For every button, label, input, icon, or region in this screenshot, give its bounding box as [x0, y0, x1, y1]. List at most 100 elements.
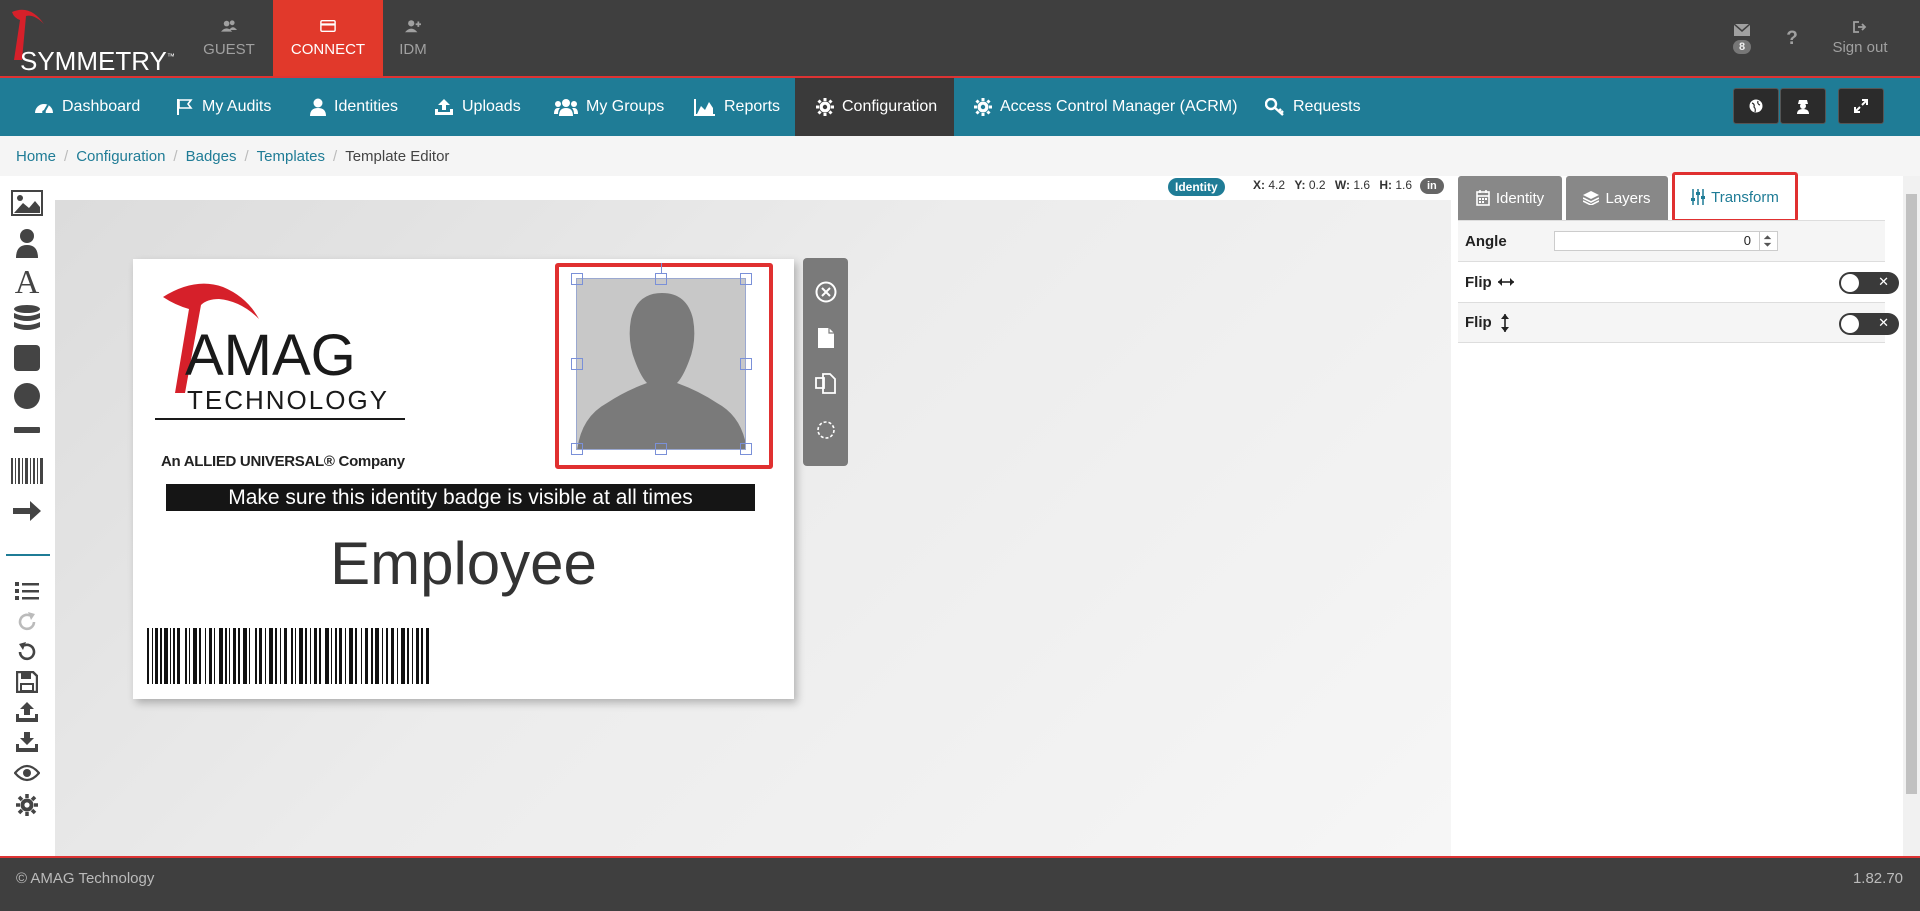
selection-coordinates: X: 4.2 Y: 0.2 W: 1.6 H: 1.6: [1247, 178, 1412, 192]
coord-x-value: 4.2: [1268, 178, 1286, 192]
add-barcode-tool[interactable]: [8, 458, 46, 484]
card-icon: [320, 19, 336, 33]
badge-title-text[interactable]: Employee: [133, 529, 794, 598]
nav-my-groups[interactable]: My Groups: [554, 78, 664, 136]
settings-button[interactable]: [8, 794, 46, 816]
amag-logo[interactable]: AMAG TECHNOLOGY: [155, 275, 415, 455]
arrow-right-icon: [13, 501, 41, 521]
crop-element-button[interactable]: [814, 418, 838, 442]
sign-out-button[interactable]: Sign out: [1820, 0, 1900, 77]
add-rectangle-tool[interactable]: [8, 344, 46, 372]
help-button[interactable]: ?: [1780, 0, 1804, 77]
save-icon: [16, 671, 38, 693]
duplicate-element-button[interactable]: [814, 326, 838, 350]
import-button[interactable]: [8, 731, 46, 753]
nav-configuration[interactable]: Configuration: [795, 78, 954, 136]
resize-handle-bc[interactable]: [655, 443, 667, 455]
tab-identity-label: Identity: [1495, 189, 1545, 207]
tab-identity[interactable]: Identity: [1458, 176, 1562, 220]
nav-requests[interactable]: Requests: [1265, 78, 1361, 136]
top-bar: SYMMETRY™ GUEST CONNECT IDM 8 ? Sign out: [0, 0, 1920, 77]
list-tool[interactable]: [8, 581, 46, 601]
calendar-icon: [1476, 190, 1490, 206]
angle-input[interactable]: 0: [1554, 231, 1778, 251]
add-arrow-tool[interactable]: [8, 498, 46, 524]
group-icon: [554, 99, 578, 116]
nav-dashboard-label: Dashboard: [62, 98, 141, 115]
badge-company-tagline[interactable]: An ALLIED UNIVERSAL® Company: [161, 453, 405, 470]
nav-identities-label: Identities: [334, 98, 399, 115]
expand-icon: [1854, 99, 1868, 113]
topnav-connect-label: CONNECT: [290, 41, 366, 58]
sign-out-label: Sign out: [1832, 39, 1888, 56]
unit-toggle[interactable]: in: [1420, 178, 1444, 194]
resize-handle-tl[interactable]: [571, 273, 583, 285]
breadcrumb-home[interactable]: Home: [16, 148, 56, 165]
user-secret-button[interactable]: [1780, 88, 1826, 124]
add-data-field-tool[interactable]: [8, 304, 46, 334]
nav-reports-label: Reports: [724, 98, 781, 115]
resize-handle-bl[interactable]: [571, 443, 583, 455]
tab-transform[interactable]: Transform: [1672, 172, 1798, 222]
badge-barcode[interactable]: [147, 628, 429, 684]
breadcrumb-badges[interactable]: Badges: [186, 148, 237, 165]
flip-vertical-label: Flip: [1465, 314, 1492, 331]
flip-vertical-toggle[interactable]: ✕: [1839, 313, 1899, 335]
undo-button[interactable]: [8, 641, 46, 663]
toolbar-divider: [6, 554, 50, 556]
footer: © AMAG Technology 1.82.70: [0, 858, 1920, 911]
flip-horizontal-label: Flip: [1465, 273, 1492, 291]
export-button[interactable]: [8, 701, 46, 723]
nav-uploads-label: Uploads: [462, 98, 521, 115]
nav-identities[interactable]: Identities: [310, 78, 398, 136]
save-button[interactable]: [8, 671, 46, 693]
angle-spinner[interactable]: [1759, 232, 1775, 250]
nav-acrm[interactable]: Access Control Manager (ACRM): [974, 78, 1237, 136]
add-line-tool[interactable]: [8, 426, 46, 434]
copy-element-button[interactable]: [814, 372, 838, 396]
person-silhouette-icon: [577, 293, 745, 449]
circle-icon: [14, 383, 40, 409]
fullscreen-button[interactable]: [1838, 88, 1884, 124]
breadcrumb-current: Template Editor: [345, 147, 450, 165]
resize-handle-tr[interactable]: [740, 273, 752, 285]
redo-button[interactable]: [8, 611, 46, 633]
topnav-idm[interactable]: IDM: [358, 0, 468, 77]
flip-vertical-row: Flip ✕: [1458, 302, 1899, 343]
resize-handle-mr[interactable]: [740, 358, 752, 370]
add-text-tool[interactable]: A: [8, 266, 46, 300]
user-secret-icon: [1797, 100, 1809, 114]
resize-handle-ml[interactable]: [571, 358, 583, 370]
add-circle-tool[interactable]: [8, 382, 46, 410]
coord-y-value: 0.2: [1308, 178, 1326, 192]
key-icon: [1265, 98, 1284, 116]
resize-handle-tc[interactable]: [655, 273, 667, 285]
nav-my-audits[interactable]: My Audits: [176, 78, 271, 136]
tab-layers-label: Layers: [1605, 189, 1651, 207]
user-icon: [310, 98, 326, 116]
globe-button[interactable]: [1733, 88, 1779, 124]
identity-photo-placeholder[interactable]: [576, 278, 746, 450]
resize-handle-br[interactable]: [740, 443, 752, 455]
topnav-guest[interactable]: GUEST: [174, 0, 284, 77]
scrollbar-thumb[interactable]: [1906, 194, 1917, 794]
panel-scrollbar[interactable]: [1903, 176, 1920, 856]
topnav-idm-label: IDM: [399, 41, 427, 58]
nav-reports[interactable]: Reports: [694, 78, 780, 136]
delete-element-button[interactable]: [814, 280, 838, 304]
symmetry-logo[interactable]: SYMMETRY™: [8, 6, 178, 76]
add-image-tool[interactable]: [8, 190, 46, 216]
nav-uploads[interactable]: Uploads: [434, 78, 521, 136]
messages-button[interactable]: 8: [1722, 0, 1762, 77]
coord-h-label: H:: [1379, 178, 1393, 192]
preview-button[interactable]: [8, 764, 46, 782]
breadcrumb-configuration[interactable]: Configuration: [76, 148, 165, 165]
badge-warning-banner[interactable]: Make sure this identity badge is visible…: [166, 484, 755, 511]
flip-horizontal-toggle[interactable]: ✕: [1839, 272, 1899, 294]
list-icon: [15, 582, 39, 600]
add-photo-tool[interactable]: [8, 228, 46, 258]
arrows-vertical-icon: [1500, 313, 1509, 332]
breadcrumb-templates[interactable]: Templates: [257, 148, 325, 165]
tab-layers[interactable]: Layers: [1566, 176, 1668, 220]
nav-dashboard[interactable]: Dashboard: [34, 78, 140, 136]
